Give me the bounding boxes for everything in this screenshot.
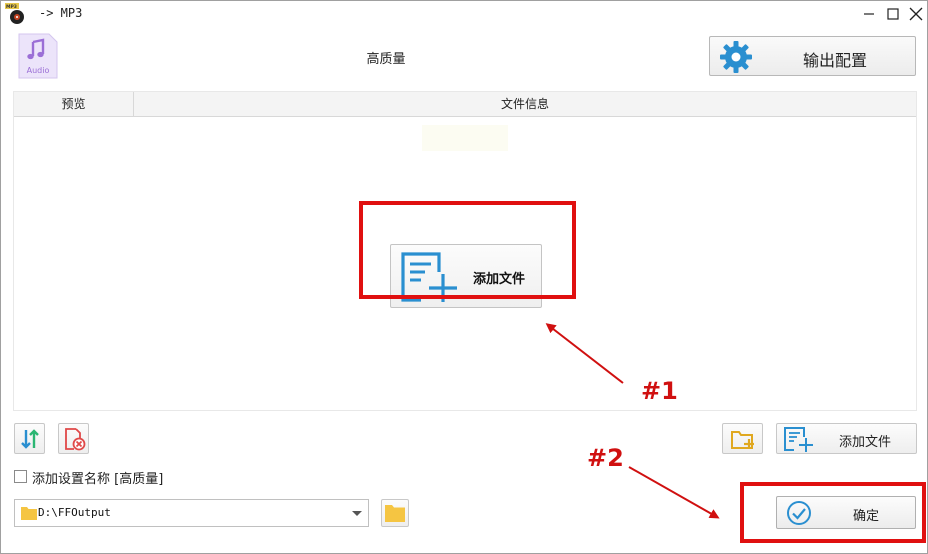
chevron-down-icon: [352, 511, 362, 516]
sort-button[interactable]: [14, 423, 45, 454]
folder-icon: [385, 505, 405, 522]
column-header-preview[interactable]: 预览: [14, 92, 134, 116]
app-window: MP3 -> MP3 Audio 高质量 输出配置 预览 文件信息 添加文件 添…: [0, 0, 928, 554]
gear-icon: [720, 41, 752, 73]
app-icon: MP3: [5, 3, 27, 25]
sort-arrows-icon: [21, 429, 39, 449]
minimize-button[interactable]: [859, 4, 879, 24]
add-folder-button[interactable]: [722, 423, 763, 454]
maximize-button[interactable]: [883, 4, 903, 24]
remove-file-icon: [65, 428, 86, 451]
folder-icon: [21, 507, 37, 520]
append-name-label[interactable]: 添加设置名称 [高质量]: [32, 468, 163, 487]
maximize-icon: [887, 8, 899, 20]
empty-row-highlight: [422, 125, 508, 151]
file-list-header: 预览 文件信息: [14, 92, 916, 117]
annotation-box-2: [740, 482, 926, 543]
app-icon-badge: MP3: [6, 4, 17, 10]
annotation-box-1: [359, 201, 576, 299]
profile-name: 高质量: [366, 52, 406, 67]
add-file-icon: [784, 427, 813, 452]
output-config-button[interactable]: 输出配置: [709, 36, 916, 76]
add-file-label: 添加文件: [839, 435, 892, 450]
add-file-button[interactable]: 添加文件: [776, 423, 917, 454]
title-bar: MP3 -> MP3: [1, 1, 927, 27]
minimize-icon: [864, 13, 874, 15]
append-name-checkbox[interactable]: [14, 470, 27, 483]
remove-file-button[interactable]: [58, 423, 89, 454]
annotation-arrow-2: [628, 466, 720, 519]
audio-format-icon: Audio: [17, 32, 59, 80]
audio-format-label: Audio: [27, 66, 50, 75]
close-button[interactable]: [906, 4, 926, 24]
output-path-value: D:\FFOutput: [38, 506, 111, 519]
add-folder-icon: [731, 431, 754, 449]
window-title: -> MP3: [39, 6, 83, 20]
close-icon: [909, 7, 923, 21]
column-header-file-info[interactable]: 文件信息: [134, 92, 916, 116]
browse-folder-button[interactable]: [381, 499, 409, 527]
output-config-label: 输出配置: [802, 51, 867, 70]
annotation-label-2: #2: [587, 444, 624, 472]
annotation-label-1: #1: [641, 377, 678, 405]
output-path-select[interactable]: D:\FFOutput: [14, 499, 369, 527]
